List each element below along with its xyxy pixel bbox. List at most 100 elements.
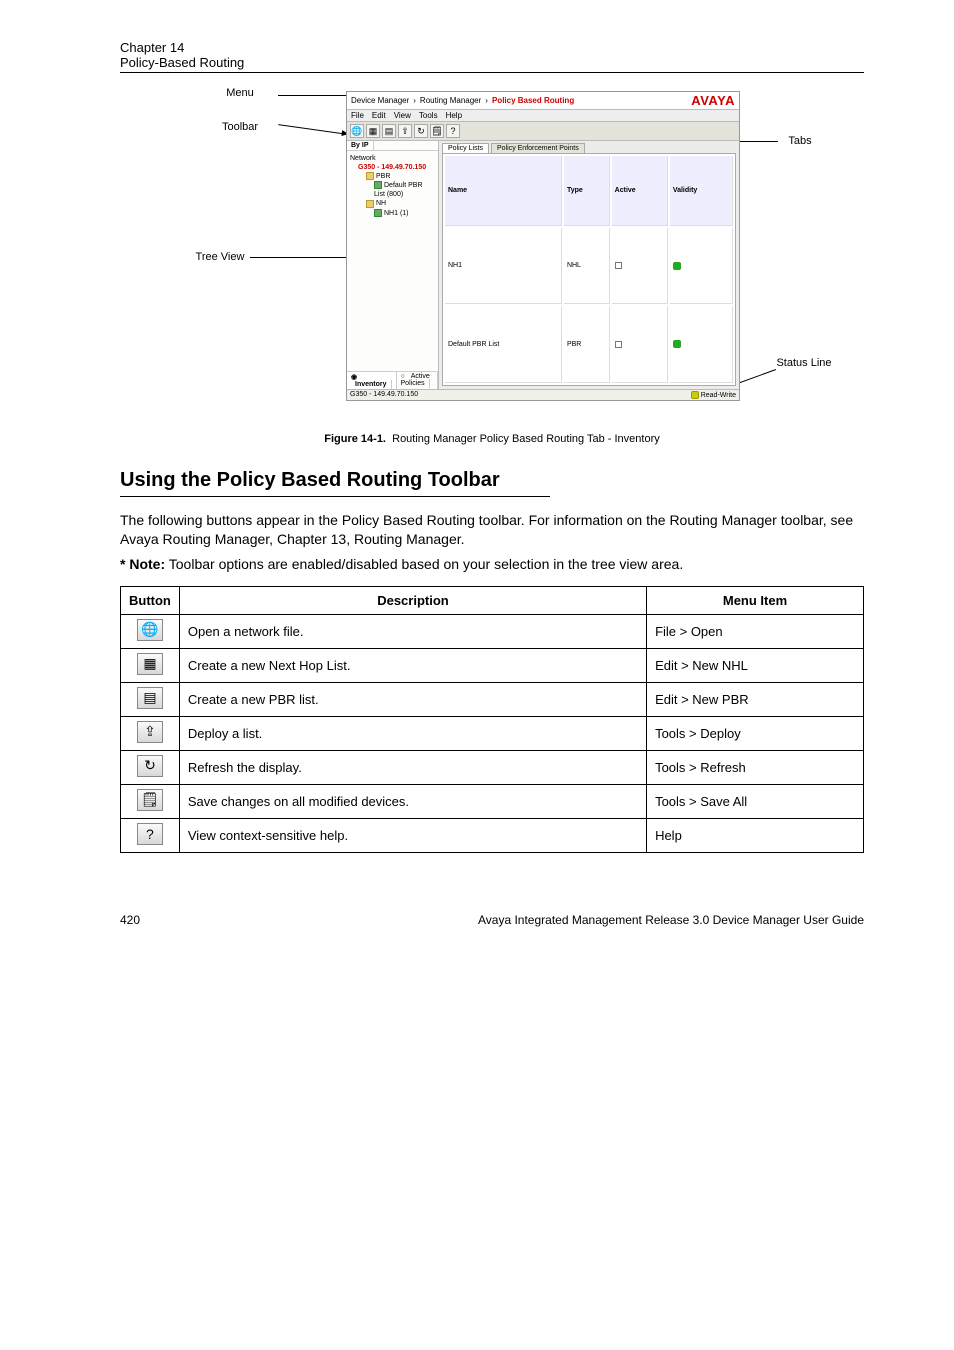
button-desc: Create a new Next Hop List. — [179, 648, 646, 682]
callout-treeview: Tree View — [190, 251, 250, 263]
menubar: File Edit View Tools Help — [347, 110, 739, 122]
tb-deploy-icon[interactable]: ⇪ — [398, 124, 412, 138]
footer-page: 420 — [120, 913, 140, 927]
tb-open-icon[interactable]: 🌐 — [350, 124, 364, 138]
status-bar: G350 - 149.49.70.150 Read-Write — [347, 389, 739, 400]
cell-name: Default PBR List — [445, 306, 562, 383]
tb-save-all-icon[interactable]: 🗒 — [430, 124, 444, 138]
tb-refresh-icon[interactable]: ↻ — [414, 124, 428, 138]
paragraph: The following buttons appear in the Poli… — [120, 511, 864, 549]
table-row: ?View context-sensitive help.Help — [121, 818, 864, 852]
list-icon — [374, 181, 382, 189]
cell-valid — [670, 306, 733, 383]
sidebar-bottom-active[interactable]: ○ Active Policies — [397, 372, 438, 389]
crumb-2[interactable]: Policy Based Routing — [492, 96, 574, 105]
sidebar-bottom-inventory[interactable]: ◉ Inventory — [347, 372, 397, 389]
callout-menu: Menu — [200, 87, 280, 99]
chapter-line: Chapter 14 — [120, 40, 184, 55]
button-menu: File > Open — [647, 614, 864, 648]
toolbar: 🌐 ▦ ▤ ⇪ ↻ 🗒 ? — [347, 122, 739, 141]
note-body: Toolbar options are enabled/disabled bas… — [169, 556, 683, 572]
new-pbr-icon: ▤ — [121, 682, 180, 716]
col-type[interactable]: Type — [564, 156, 610, 226]
new-nhl-icon: ▦ — [121, 648, 180, 682]
folder-icon — [366, 172, 374, 180]
open-network-icon: 🌐 — [121, 614, 180, 648]
table-row: ▤Create a new PBR list.Edit > New PBR — [121, 682, 864, 716]
button-menu: Tools > Deploy — [647, 716, 864, 750]
app-window: Device Manager › Routing Manager › Polic… — [346, 91, 740, 401]
figure-caption: Routing Manager Policy Based Routing Tab… — [392, 433, 660, 445]
tree-nh-folder[interactable]: NH — [376, 200, 386, 207]
table-row: 🌐Open a network file.File > Open — [121, 614, 864, 648]
table-row: 🗒Save changes on all modified devices.To… — [121, 784, 864, 818]
table-row: ⇪Deploy a list.Tools > Deploy — [121, 716, 864, 750]
tree-pbr-folder[interactable]: PBR — [376, 173, 390, 180]
logo: AVAYA — [691, 93, 735, 108]
table-row: ↻Refresh the display.Tools > Refresh — [121, 750, 864, 784]
tab-policy-lists[interactable]: Policy Lists — [442, 143, 489, 153]
table-row[interactable]: Default PBR List PBR — [445, 306, 733, 383]
th-button: Button — [121, 586, 180, 614]
button-menu: Edit > New PBR — [647, 682, 864, 716]
status-right: Read-Write — [691, 391, 736, 399]
col-active[interactable]: Active — [612, 156, 668, 226]
th-desc: Description — [179, 586, 646, 614]
tree-device[interactable]: G350 - 149.49.70.150 — [358, 163, 435, 172]
tb-new-pbr-icon[interactable]: ▤ — [382, 124, 396, 138]
refresh-icon: ↻ — [121, 750, 180, 784]
button-desc: Refresh the display. — [179, 750, 646, 784]
col-validity[interactable]: Validity — [670, 156, 733, 226]
tree-view[interactable]: Network G350 - 149.49.70.150 PBR Default… — [347, 151, 438, 371]
button-desc: Create a new PBR list. — [179, 682, 646, 716]
button-desc: Save changes on all modified devices. — [179, 784, 646, 818]
menu-tools[interactable]: Tools — [419, 111, 438, 120]
lamp-icon — [691, 391, 699, 399]
button-desc: Open a network file. — [179, 614, 646, 648]
button-menu: Help — [647, 818, 864, 852]
cell-active[interactable] — [612, 228, 668, 305]
tree-nh-item[interactable]: NH1 (1) — [384, 210, 409, 217]
policy-table: Name Type Active Validity NH1 NHL — [442, 153, 736, 386]
footer-title: Avaya Integrated Management Release 3.0 … — [478, 913, 864, 927]
cell-name: NH1 — [445, 228, 562, 305]
table-row: ▦Create a new Next Hop List.Edit > New N… — [121, 648, 864, 682]
note-tag: * Note: — [120, 556, 165, 572]
section-heading: Using the Policy Based Routing Toolbar — [120, 469, 864, 492]
tree-group[interactable]: Network — [350, 154, 435, 163]
button-desc: Deploy a list. — [179, 716, 646, 750]
folder-icon — [366, 200, 374, 208]
button-menu: Edit > New NHL — [647, 648, 864, 682]
cell-valid — [670, 228, 733, 305]
breadcrumb: Device Manager › Routing Manager › Polic… — [347, 92, 739, 110]
sidebar-tab-byip[interactable]: By IP — [347, 141, 374, 150]
help-icon: ? — [121, 818, 180, 852]
th-menu: Menu Item — [647, 586, 864, 614]
table-row[interactable]: NH1 NHL — [445, 228, 733, 305]
button-menu: Tools > Save All — [647, 784, 864, 818]
cell-active[interactable] — [612, 306, 668, 383]
figure-number: Figure 14-1. — [324, 433, 386, 445]
menu-file[interactable]: File — [351, 111, 364, 120]
callout-tabs: Tabs — [776, 135, 824, 147]
callout-toolbar: Toolbar — [200, 121, 280, 133]
tb-new-nhl-icon[interactable]: ▦ — [366, 124, 380, 138]
chapter-title: Policy-Based Routing — [120, 55, 864, 70]
list-icon — [374, 209, 382, 217]
cell-type: NHL — [564, 228, 610, 305]
col-name[interactable]: Name — [445, 156, 562, 226]
crumb-0[interactable]: Device Manager — [351, 96, 409, 105]
callout-status: Status Line — [764, 357, 844, 369]
tb-help-icon[interactable]: ? — [446, 124, 460, 138]
menu-edit[interactable]: Edit — [372, 111, 386, 120]
status-left: G350 - 149.49.70.150 — [350, 391, 418, 399]
button-menu: Tools > Refresh — [647, 750, 864, 784]
save-all-icon: 🗒 — [121, 784, 180, 818]
buttons-table: Button Description Menu Item 🌐Open a net… — [120, 586, 864, 853]
crumb-1[interactable]: Routing Manager — [420, 96, 481, 105]
menu-help[interactable]: Help — [446, 111, 462, 120]
cell-type: PBR — [564, 306, 610, 383]
menu-view[interactable]: View — [394, 111, 411, 120]
tab-enforcement-points[interactable]: Policy Enforcement Points — [491, 143, 585, 153]
button-desc: View context-sensitive help. — [179, 818, 646, 852]
